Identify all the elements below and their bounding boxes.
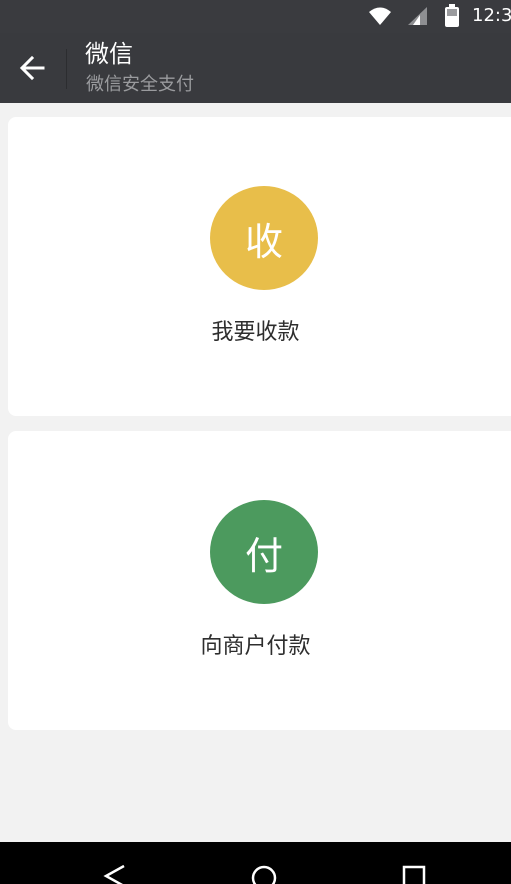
back-button[interactable] bbox=[0, 33, 64, 103]
home-circle-icon[interactable] bbox=[248, 860, 280, 884]
status-bar: 12:3 bbox=[0, 0, 511, 33]
collect-money-label: 我要收款 bbox=[211, 320, 300, 345]
collect-icon: 收 bbox=[210, 186, 318, 290]
collect-money-card[interactable]: 收 我要收款 bbox=[8, 117, 511, 416]
back-triangle-icon[interactable] bbox=[100, 860, 132, 884]
battery-icon bbox=[445, 4, 459, 27]
pay-merchant-card[interactable]: 付 向商户付款 bbox=[8, 431, 511, 730]
pay-icon: 付 bbox=[210, 500, 318, 604]
arrow-left-icon bbox=[19, 55, 45, 81]
system-nav-bar bbox=[0, 842, 511, 884]
pay-icon-glyph: 付 bbox=[244, 533, 283, 578]
page-subtitle: 微信安全支付 bbox=[86, 74, 194, 95]
action-bar: 微信 微信安全支付 bbox=[0, 33, 511, 103]
status-time: 12:3 bbox=[472, 5, 511, 26]
page-title: 微信 bbox=[85, 40, 133, 68]
action-bar-divider bbox=[66, 49, 67, 89]
wifi-icon bbox=[369, 7, 391, 25]
screen: 12:3 微信 微信安全支付 收 我要收款 付 向商户付款 bbox=[0, 0, 511, 884]
signal-icon bbox=[408, 7, 427, 25]
recent-square-icon[interactable] bbox=[398, 860, 430, 884]
pay-merchant-label: 向商户付款 bbox=[200, 634, 311, 659]
collect-icon-glyph: 收 bbox=[244, 219, 283, 264]
